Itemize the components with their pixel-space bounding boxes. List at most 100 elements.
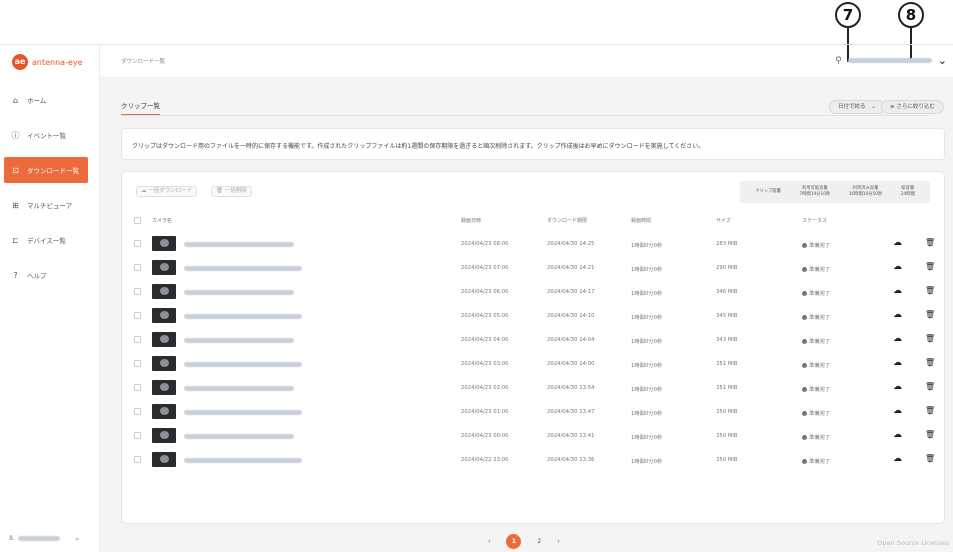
camera-name-redacted [184,362,302,367]
row-checkbox[interactable] [134,288,141,295]
org-name-redacted [18,535,61,541]
page-2-button[interactable]: 2 [537,538,541,545]
trash-icon[interactable]: 🗑 [925,310,935,319]
status-text: 準備完了 [809,339,831,345]
camera-name-redacted [184,434,294,439]
check-circle-icon [802,387,807,392]
cell-duration: 1時間0分0秒 [631,315,663,321]
table-row: 2024/04/23 07:00 2024/04/30 14:21 1時間0分0秒 2… [122,256,944,280]
cell-status: 準備完了 [802,337,830,345]
chevron-down-icon: ⌄ [871,104,876,110]
trash-icon[interactable]: 🗑 [925,454,935,463]
row-checkbox[interactable] [134,432,141,439]
cell-status: 準備完了 [802,409,830,417]
row-checkbox[interactable] [134,384,141,391]
help-icon: ? [13,270,18,280]
table-row: 2024/04/23 06:00 2024/04/30 14:17 1時間0分0秒 3… [122,280,944,304]
clip-thumbnail [152,284,176,299]
row-checkbox[interactable] [134,264,141,271]
clip-thumbnail [152,356,176,371]
info-icon: ⓘ [11,130,20,140]
cell-recorded: 2024/04/23 06:00 [461,289,509,295]
breadcrumb: ダウンロード一覧 [121,59,166,65]
row-checkbox[interactable] [134,240,141,247]
sidebar-item-0[interactable]: ⌂ ホーム [0,87,100,113]
clip-thumbnail [152,236,176,251]
prev-page-button[interactable]: ‹ [488,538,490,545]
cloud-download-icon[interactable]: ☁ [893,430,902,440]
account-menu[interactable]: ⚲ ⌄ [835,54,947,67]
cloud-download-icon[interactable]: ☁ [893,334,902,344]
trash-icon[interactable]: 🗑 [925,406,935,415]
cell-size: 346 MiB [716,289,738,295]
column-size: サイズ [716,218,731,224]
row-checkbox[interactable] [134,360,141,367]
sidebar-item-5[interactable]: ? ヘルプ [0,262,100,288]
cloud-download-icon[interactable]: ☁ [893,406,902,416]
brand-logo[interactable]: ae antenna-eye [12,54,83,70]
row-checkbox[interactable] [134,336,141,343]
cell-status: 準備完了 [802,385,830,393]
trash-icon[interactable]: 🗑 [925,334,935,343]
cell-recorded: 2024/04/23 03:00 [461,361,509,367]
column-duration: 録画時間 [631,218,652,224]
filter-button[interactable]: ≡ さらに絞り込む [881,100,944,114]
status-text: 準備完了 [809,435,831,441]
trash-icon[interactable]: 🗑 [925,262,935,271]
row-checkbox[interactable] [134,456,141,463]
bulk-download-button[interactable]: ☁ 一括ダウンロード [136,186,198,197]
trash-icon[interactable]: 🗑 [925,286,935,295]
trash-icon[interactable]: 🗑 [925,358,935,367]
cloud-download-icon[interactable]: ☁ [893,382,902,392]
cell-size: 343 MiB [716,337,738,343]
cell-size: 351 MiB [716,361,738,367]
cloud-download-icon[interactable]: ☁ [893,358,902,368]
sidebar-item-3[interactable]: ⊞ マルチビューア [0,192,100,218]
clip-thumbnail [152,260,176,275]
page-1-button[interactable]: 1 [506,534,522,549]
trash-icon[interactable]: 🗑 [925,430,935,439]
cloud-download-icon[interactable]: ☁ [893,454,902,464]
cell-size: 350 MiB [716,409,738,415]
tab-clip-list[interactable]: クリップ一覧 [121,100,160,115]
cell-recorded: 2024/04/23 08:00 [461,241,509,247]
cloud-download-icon[interactable]: ☁ [893,286,902,296]
row-checkbox[interactable] [134,408,141,415]
sort-by-date-button[interactable]: 日付で絞る ⌄ [829,100,885,114]
cloud-download-icon: ☁ [141,188,147,194]
cloud-download-icon[interactable]: ☁ [893,238,902,248]
cell-status: 準備完了 [802,313,830,321]
row-checkbox[interactable] [134,312,141,319]
capacity-total: 総容量 24時間 [900,186,915,197]
cell-size: 350 MiB [716,457,738,463]
cell-status: 準備完了 [802,433,830,441]
table-row: 2024/04/23 00:00 2024/04/30 13:41 1時間0分0秒 3… [122,424,944,448]
anchor-icon: ⚓ [8,534,15,542]
camera-icon: ⊏ [12,235,19,245]
cell-duration: 1時間0分0秒 [631,291,663,297]
cell-recorded: 2024/04/22 23:00 [461,457,509,463]
cell-recorded: 2024/04/23 04:00 [461,337,509,343]
cloud-download-icon[interactable]: ☁ [893,262,902,272]
cell-expires: 2024/04/30 13:54 [547,385,595,391]
table-row: 2024/04/22 23:00 2024/04/30 13:36 1時間0分0秒 3… [122,448,944,472]
filter-button-label: さらに絞り込む [896,104,935,110]
sidebar-item-4[interactable]: ⊏ デバイス一覧 [0,227,100,253]
cell-duration: 1時間0分0秒 [631,267,663,273]
sidebar-item-2[interactable]: ⊡ ダウンロード一覧 [4,157,88,183]
table-row: 2024/04/23 02:00 2024/04/30 13:54 1時間0分0秒 3… [122,376,944,400]
cloud-download-icon[interactable]: ☁ [893,310,902,320]
oss-license-link[interactable]: Open Source Licenses [877,539,949,547]
clip-thumbnail [152,308,176,323]
trash-icon[interactable]: 🗑 [925,382,935,391]
select-all-checkbox[interactable] [134,217,141,224]
camera-name-redacted [184,458,302,463]
org-switcher[interactable]: ⚓ ⌄ [8,534,80,542]
bulk-delete-button[interactable]: 🗑 一括削除 [211,186,252,197]
trash-icon[interactable]: 🗑 [925,238,935,247]
sidebar-item-1[interactable]: ⓘ イベント一覧 [0,122,100,148]
check-circle-icon [802,339,807,344]
chevron-down-icon: ⌄ [937,54,947,67]
check-circle-icon [802,411,807,416]
next-page-button[interactable]: › [557,538,559,545]
